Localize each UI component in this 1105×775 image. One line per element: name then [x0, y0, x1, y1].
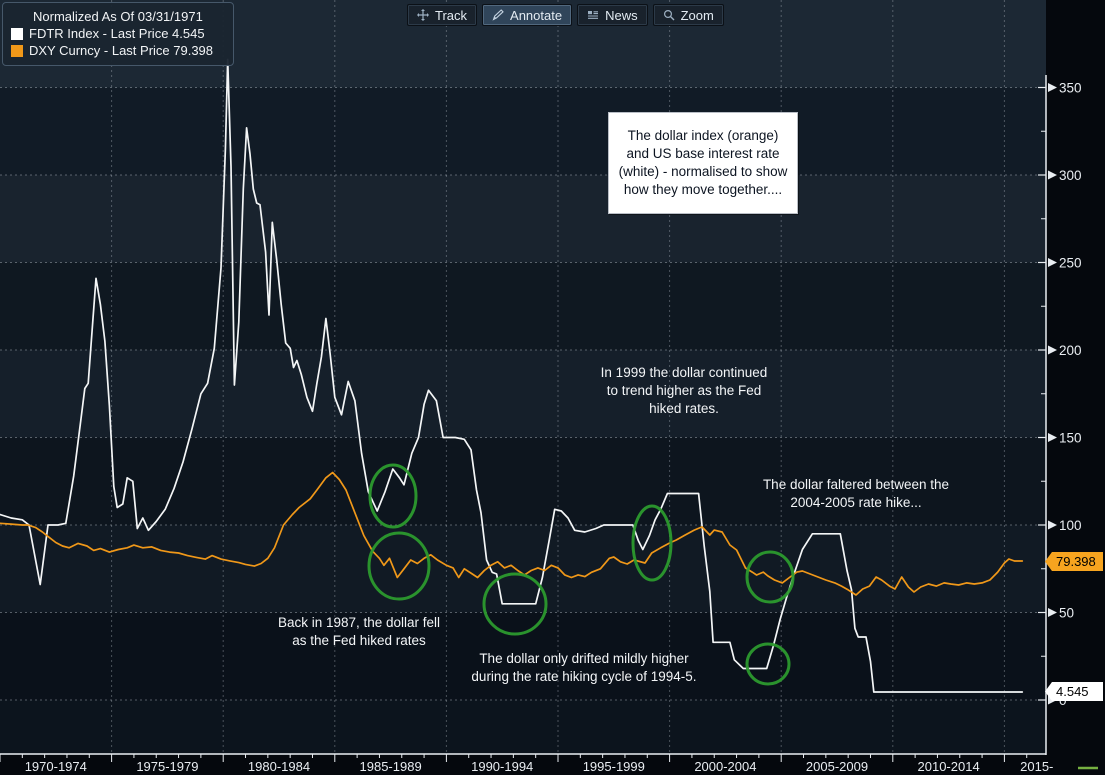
x-axis-label: 2015-	[1020, 759, 1053, 774]
background-band	[0, 263, 1046, 351]
y-axis-label: 350	[1059, 81, 1082, 96]
legend-title: Normalized As Of 03/31/1971	[11, 8, 225, 25]
y-axis-tick-arrow-icon	[1048, 608, 1057, 617]
legend-row-dxy: DXY Curncy - Last Price 79.398	[11, 42, 225, 59]
news-button[interactable]: News	[577, 4, 648, 26]
zoom-button-label: Zoom	[681, 8, 714, 23]
y-axis-tick-arrow-icon	[1048, 171, 1057, 180]
y-axis-tick-arrow-icon	[1048, 346, 1057, 355]
annotation-note-box[interactable]: The dollar index (orange) and US base in…	[608, 112, 798, 214]
x-axis-label: 2005-2009	[806, 759, 868, 774]
bloomberg-chart-window: 3503002502001501005001970-19741975-19791…	[0, 0, 1105, 775]
x-axis-label: 1980-1984	[248, 759, 310, 774]
annotate-button-label: Annotate	[510, 8, 562, 23]
background-band	[0, 525, 1046, 613]
x-axis-label: 2010-2014	[918, 759, 980, 774]
y-axis-tick-arrow-icon	[1048, 258, 1057, 267]
y-axis-tick-arrow-icon	[1048, 83, 1057, 92]
x-axis-label: 2000-2004	[694, 759, 756, 774]
y-axis-label: 50	[1059, 606, 1074, 621]
y-axis-label: 150	[1059, 431, 1082, 446]
track-icon	[417, 9, 429, 21]
legend-label-dxy: DXY Curncy - Last Price 79.398	[29, 42, 213, 59]
y-axis-tick-arrow-icon	[1048, 521, 1057, 530]
chart-legend[interactable]: Normalized As Of 03/31/1971 FDTR Index -…	[2, 2, 234, 66]
y-axis-label: 300	[1059, 168, 1082, 183]
annotation-1994-5[interactable]: The dollar only drifted mildly higher du…	[468, 650, 700, 686]
background-band	[0, 88, 1046, 176]
legend-row-fdtr: FDTR Index - Last Price 4.545	[11, 25, 225, 42]
y-axis-label: 200	[1059, 343, 1082, 358]
x-axis-label: 1970-1974	[25, 759, 87, 774]
fdtr-last-price-bubble: 4.545	[1045, 682, 1103, 701]
news-button-label: News	[605, 8, 638, 23]
background-band	[0, 350, 1046, 438]
fdtr-swatch-icon	[11, 28, 23, 40]
chart-toolbar: Track Annotate News Zoom	[407, 4, 724, 26]
y-axis-label: 100	[1059, 518, 1082, 533]
dxy-last-price-bubble: 79.398	[1045, 552, 1103, 571]
zoom-icon	[663, 9, 675, 21]
news-icon	[587, 9, 599, 21]
x-axis-label: 1975-1979	[136, 759, 198, 774]
x-axis-label: 1990-1994	[471, 759, 533, 774]
annotation-1999[interactable]: In 1999 the dollar continued to trend hi…	[598, 364, 770, 418]
annotation-2004-2005[interactable]: The dollar faltered between the 2004-200…	[744, 476, 968, 512]
annotation-1987[interactable]: Back in 1987, the dollar fell as the Fed…	[272, 614, 446, 650]
zoom-button[interactable]: Zoom	[653, 4, 724, 26]
track-button[interactable]: Track	[407, 4, 477, 26]
background-band	[0, 700, 1046, 755]
x-axis-label: 1995-1999	[583, 759, 645, 774]
annotate-button[interactable]: Annotate	[482, 4, 572, 26]
x-axis-label: 1985-1989	[360, 759, 422, 774]
y-axis-tick-arrow-icon	[1048, 433, 1057, 442]
dxy-swatch-icon	[11, 45, 23, 57]
legend-label-fdtr: FDTR Index - Last Price 4.545	[29, 25, 205, 42]
annotate-icon	[492, 9, 504, 21]
track-button-label: Track	[435, 8, 467, 23]
y-axis-label: 250	[1059, 256, 1082, 271]
background-band	[0, 175, 1046, 263]
